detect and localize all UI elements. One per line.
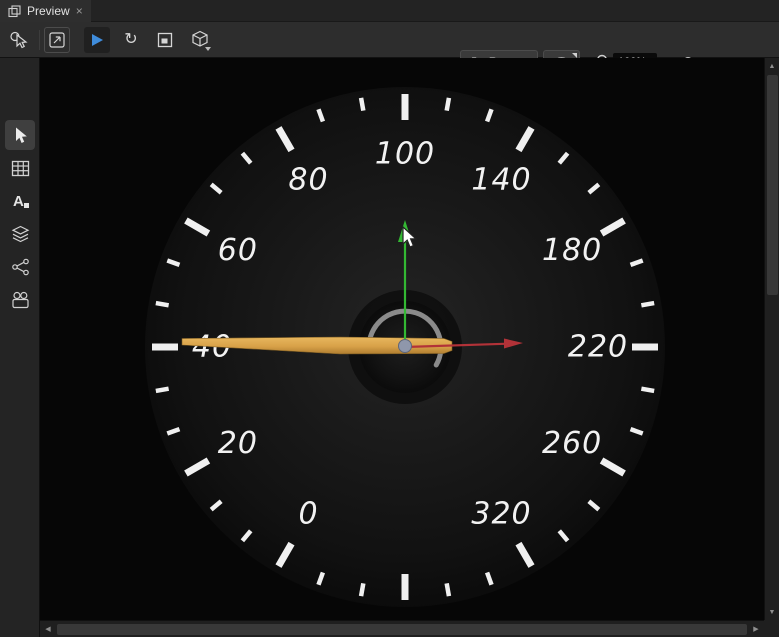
tab-close-icon[interactable]: × [76, 4, 83, 18]
reset-view-button[interactable]: ↻ [118, 27, 144, 53]
sidebar-item-text-tool[interactable]: A [5, 186, 35, 216]
table-grid-icon [11, 160, 30, 177]
font-a-icon: A [11, 192, 30, 210]
scroll-left-icon[interactable]: ◀ [42, 621, 54, 637]
pick-cursor-icon [9, 30, 29, 50]
sidebar-item-camera[interactable] [5, 285, 35, 315]
sidebar-item-table-view[interactable] [5, 153, 35, 183]
svg-text:220: 220 [568, 330, 628, 365]
svg-text:180: 180 [542, 233, 602, 268]
gauge-canvas[interactable]: 020406080100140180220260320 [40, 58, 764, 620]
gizmo-center-handle[interactable] [399, 340, 412, 353]
scroll-down-icon[interactable]: ▼ [765, 606, 779, 618]
svg-text:A: A [13, 193, 24, 210]
preview-canvas[interactable]: 020406080100140180220260320 [40, 58, 764, 620]
cube-3d-icon [190, 29, 212, 51]
layers-icon [11, 225, 30, 243]
preview-toolbar: ↻ ↻ Restart 100% [0, 22, 779, 58]
tab-preview[interactable]: Preview × [0, 0, 91, 22]
sidebar-item-layers[interactable] [5, 219, 35, 249]
toolbar-separator [39, 30, 40, 50]
preview-tab-icon [8, 5, 21, 18]
horizontal-scrollbar-thumb[interactable] [57, 624, 747, 635]
camera-icon [11, 291, 30, 309]
sidebar-item-select-tool[interactable] [5, 120, 35, 150]
svg-text:20: 20 [218, 426, 258, 461]
svg-text:80: 80 [288, 162, 328, 197]
scroll-up-icon[interactable]: ▲ [765, 60, 779, 72]
frame-select-icon [48, 31, 66, 49]
pick-tool-button[interactable] [6, 27, 32, 53]
svg-text:140: 140 [471, 162, 531, 197]
vertical-scrollbar-thumb[interactable] [767, 75, 778, 295]
play-icon [89, 32, 105, 48]
frame-select-button[interactable] [44, 27, 70, 53]
fit-frame-button[interactable] [152, 27, 178, 53]
reset-view-icon: ↻ [124, 32, 137, 48]
scroll-right-icon[interactable]: ▶ [750, 621, 762, 637]
svg-text:100: 100 [375, 137, 435, 172]
dropdown-caret-icon [205, 47, 211, 51]
svg-text:0: 0 [298, 497, 318, 532]
fit-frame-icon [156, 31, 174, 49]
sidebar-item-connections[interactable] [5, 252, 35, 282]
tab-title: Preview [27, 4, 70, 18]
connections-icon [11, 258, 30, 276]
tool-sidebar: A [0, 58, 40, 637]
vertical-scrollbar[interactable]: ▲ ▼ [764, 58, 779, 620]
svg-text:60: 60 [218, 233, 258, 268]
horizontal-scrollbar[interactable]: ◀ ▶ [40, 620, 764, 637]
play-mode-button[interactable] [84, 27, 110, 53]
scrollbar-corner [764, 620, 779, 637]
cube-mode-button[interactable] [188, 27, 214, 53]
select-cursor-icon [11, 126, 29, 144]
svg-text:320: 320 [471, 497, 531, 532]
svg-text:260: 260 [542, 426, 602, 461]
tab-bar: Preview × [0, 0, 779, 22]
